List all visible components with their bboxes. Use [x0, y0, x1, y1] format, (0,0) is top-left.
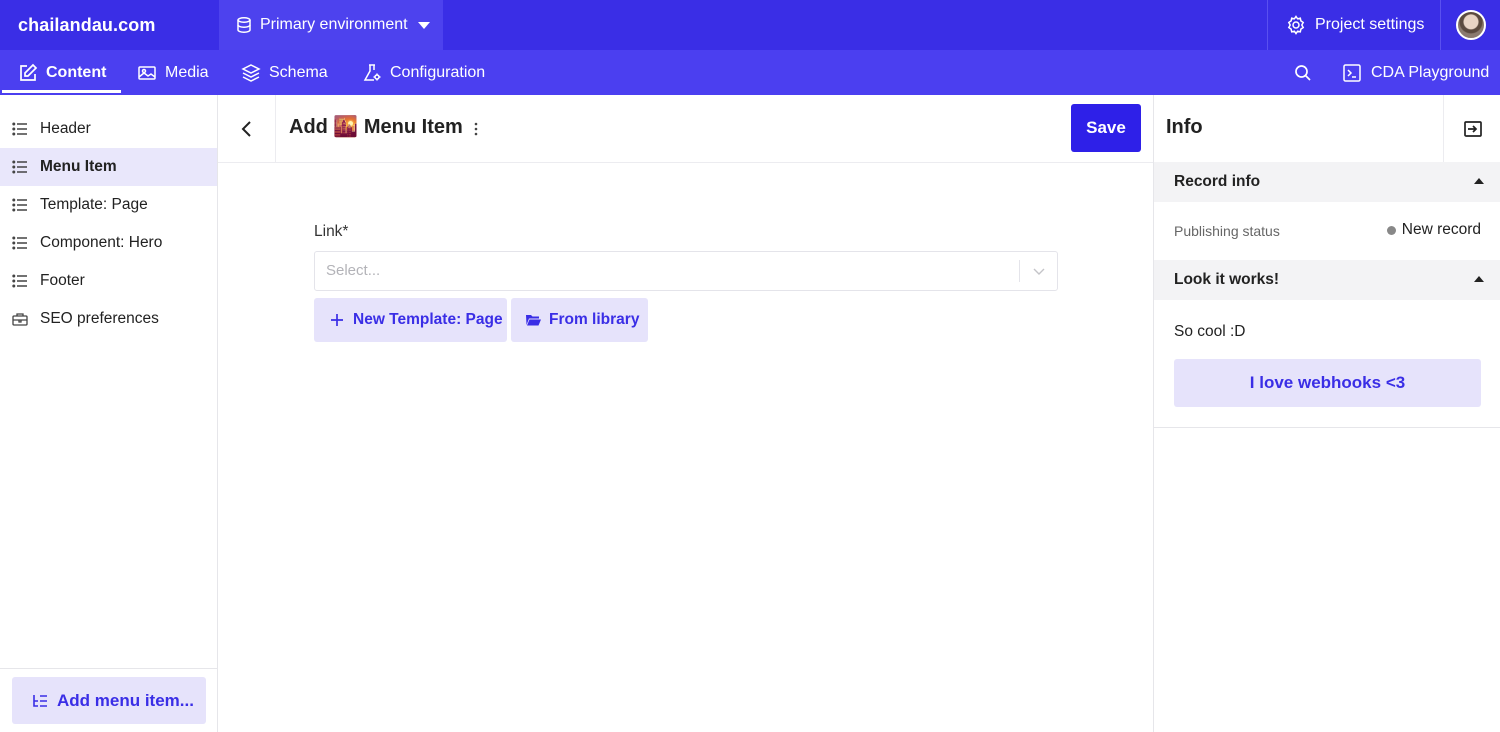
- sidebar-item-component-hero[interactable]: Component: Hero: [0, 224, 217, 262]
- record-editor: Add 🌇 Menu Item Save Link* Select... New…: [218, 95, 1153, 732]
- tree-list-icon: [31, 692, 49, 710]
- project-settings-button[interactable]: Project settings: [1267, 0, 1440, 50]
- add-menu-item-label: Add menu item...: [57, 690, 194, 710]
- main-nav: Content Media Schema Configuration CDA P…: [0, 50, 1500, 95]
- caret-down-icon: [417, 21, 430, 29]
- sidebar-item-seo-preferences[interactable]: SEO preferences: [0, 300, 217, 338]
- link-select-placeholder: Select...: [326, 262, 381, 279]
- new-template-page-label: New Template: Page: [353, 311, 503, 328]
- sidebar-item-header[interactable]: Header: [0, 110, 217, 148]
- add-menu-item-button[interactable]: Add menu item...: [12, 677, 206, 724]
- flask-gear-icon: [362, 63, 382, 83]
- editor-header: Add 🌇 Menu Item Save: [218, 95, 1153, 163]
- top-bar: chailandau.com Primary environment Proje…: [0, 0, 1500, 50]
- avatar[interactable]: [1455, 10, 1486, 40]
- list-icon: [12, 121, 28, 137]
- sidebar-item-label: Menu Item: [40, 158, 117, 175]
- collapse-panel-button[interactable]: [1443, 95, 1500, 162]
- nav-content[interactable]: Content: [1, 50, 122, 95]
- nav-configuration[interactable]: Configuration: [362, 50, 485, 95]
- divider: [1154, 427, 1500, 428]
- user-menu[interactable]: [1440, 0, 1500, 50]
- gear-icon: [1286, 15, 1306, 35]
- folder-open-icon: [525, 312, 541, 328]
- nav-schema-label: Schema: [269, 63, 328, 81]
- search-icon: [1295, 64, 1311, 81]
- link-field-label: Link*: [314, 223, 349, 240]
- sidebar-item-template-page[interactable]: Template: Page: [0, 186, 217, 224]
- list-icon: [12, 197, 28, 213]
- edit-icon: [18, 63, 38, 83]
- info-title: Info: [1166, 116, 1203, 138]
- save-button[interactable]: Save: [1071, 104, 1141, 152]
- nav-schema[interactable]: Schema: [241, 50, 328, 95]
- record-info-section[interactable]: Record info: [1154, 162, 1500, 202]
- from-library-label: From library: [549, 311, 640, 328]
- page-title: Add 🌇 Menu Item: [289, 116, 463, 138]
- sidebar-item-label: Component: Hero: [40, 234, 163, 251]
- briefcase-icon: [12, 311, 28, 327]
- back-button[interactable]: [218, 95, 276, 162]
- caret-up-icon: [1474, 178, 1484, 184]
- cda-playground-button[interactable]: CDA Playground: [1342, 50, 1489, 95]
- link-select[interactable]: Select...: [314, 251, 1058, 291]
- sidebar-item-label: Footer: [40, 272, 85, 289]
- from-library-button[interactable]: From library: [511, 298, 648, 342]
- search-button[interactable]: [1290, 50, 1316, 95]
- publishing-status-value: New record: [1386, 221, 1481, 239]
- kebab-icon: [474, 122, 478, 136]
- publishing-status-label: Publishing status: [1174, 223, 1280, 239]
- status-dot: [1386, 225, 1396, 235]
- environment-label: Primary environment: [260, 16, 408, 33]
- database-icon: [235, 16, 253, 34]
- more-options-button[interactable]: [466, 119, 486, 139]
- nav-media[interactable]: Media: [137, 50, 209, 95]
- panel-collapse-icon: [1463, 120, 1482, 137]
- look-it-works-section[interactable]: Look it works!: [1154, 260, 1500, 300]
- list-icon: [12, 159, 28, 175]
- environment-switcher[interactable]: Primary environment: [219, 0, 443, 50]
- new-template-page-button[interactable]: New Template: Page: [314, 298, 507, 342]
- nav-configuration-label: Configuration: [390, 63, 486, 81]
- info-header: Info: [1154, 95, 1500, 162]
- list-icon: [12, 273, 28, 289]
- terminal-icon: [1342, 63, 1362, 83]
- nav-media-label: Media: [165, 63, 209, 81]
- webhook-button[interactable]: I love webhooks <3: [1174, 359, 1481, 407]
- sidebar-item-menu-item[interactable]: Menu Item: [0, 148, 217, 186]
- sidebar-item-label: Template: Page: [40, 196, 148, 213]
- info-panel: Info Record info Publishing status New r…: [1153, 95, 1500, 732]
- list-icon: [12, 235, 28, 251]
- model-sidebar: Header Menu Item Template: Page Componen…: [0, 95, 218, 732]
- image-icon: [137, 63, 157, 83]
- sidebar-item-label: Header: [40, 120, 91, 137]
- record-info-label: Record info: [1174, 173, 1261, 190]
- sidebar-item-footer[interactable]: Footer: [0, 262, 217, 300]
- caret-up-icon: [1474, 276, 1484, 282]
- chevron-down-icon[interactable]: [1032, 264, 1046, 278]
- look-it-works-label: Look it works!: [1174, 271, 1280, 288]
- project-settings-label: Project settings: [1315, 16, 1425, 33]
- cda-playground-label: CDA Playground: [1371, 63, 1490, 81]
- sidebar-item-label: SEO preferences: [40, 310, 159, 327]
- chevron-left-icon: [241, 120, 251, 137]
- plus-icon: [329, 312, 345, 328]
- status-badge: New record: [1401, 221, 1481, 238]
- project-name[interactable]: chailandau.com: [18, 0, 155, 50]
- nav-content-label: Content: [46, 63, 107, 81]
- sidebar-footer: Add menu item...: [0, 668, 217, 732]
- plugin-text: So cool :D: [1174, 323, 1246, 340]
- select-separator: [1019, 260, 1020, 282]
- layers-icon: [241, 63, 261, 83]
